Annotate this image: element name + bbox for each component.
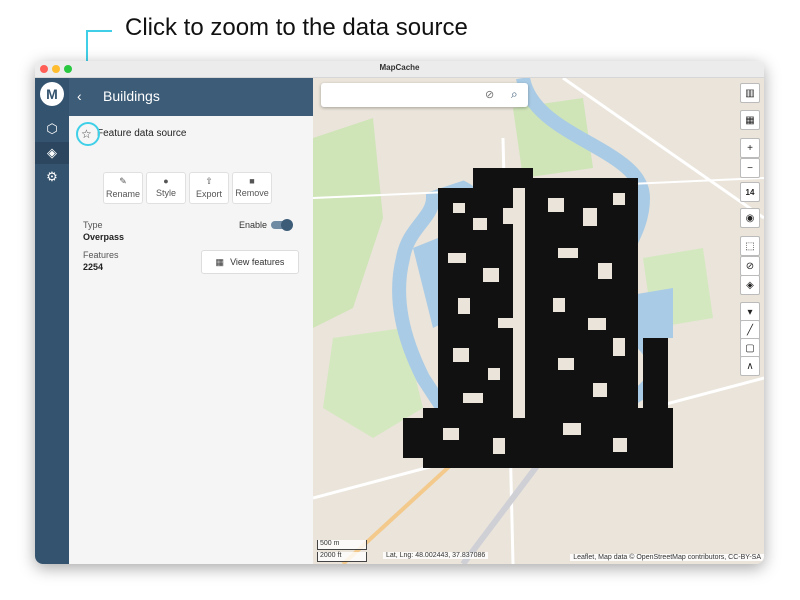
map-off-icon[interactable]: ⊘ bbox=[485, 88, 494, 101]
map-style-icon[interactable]: ▥ bbox=[740, 83, 760, 103]
nav-rail: M ⬡ ◈ ⚙ bbox=[35, 78, 69, 564]
trash-icon: ■ bbox=[249, 176, 255, 186]
scale-imperial: 2000 ft bbox=[317, 552, 367, 562]
remove-button[interactable]: ■ Remove bbox=[232, 172, 272, 204]
pencil-icon: ✎ bbox=[119, 176, 127, 186]
export-icon: ⇧ bbox=[205, 176, 213, 186]
title-bar: MapCache bbox=[35, 61, 764, 78]
draw-polygon-icon[interactable]: ∧ bbox=[740, 356, 760, 376]
table-icon: ▦ bbox=[215, 256, 225, 267]
window-title: MapCache bbox=[379, 63, 420, 72]
callout-highlight-ring bbox=[76, 122, 100, 146]
building-features bbox=[403, 168, 673, 468]
map-attribution[interactable]: Leaflet, Map data © OpenStreetMap contri… bbox=[570, 554, 764, 561]
camera-icon[interactable]: ◉ bbox=[740, 208, 760, 228]
grid-icon[interactable]: ▦ bbox=[740, 110, 760, 130]
panel-header: ‹ Buildings bbox=[69, 78, 313, 116]
side-panel: ‹ Buildings ☆ Feature data source ✎ Rena… bbox=[69, 78, 313, 564]
mapcache-logo-icon[interactable]: M bbox=[40, 82, 64, 106]
data-source-label: Feature data source bbox=[97, 128, 187, 139]
fit-bounds-icon[interactable]: ⬚ bbox=[740, 236, 760, 256]
panel-body: ☆ Feature data source ✎ Rename ● Style ⇧… bbox=[69, 116, 313, 564]
callout-line bbox=[86, 30, 112, 32]
palette-icon: ● bbox=[163, 176, 169, 186]
enable-label: Enable bbox=[239, 220, 268, 230]
panel-title: Buildings bbox=[103, 88, 160, 104]
type-value: Overpass bbox=[83, 232, 125, 242]
enable-toggle-knob[interactable] bbox=[281, 219, 293, 231]
app-window: MapCache M ⬡ ◈ ⚙ ‹ Buildings ☆ Feature d… bbox=[35, 61, 764, 564]
draw-line-icon[interactable]: ╱ bbox=[740, 320, 760, 340]
features-count: 2254 bbox=[83, 262, 104, 272]
search-icon[interactable]: ⌕ bbox=[511, 87, 518, 102]
layers-icon[interactable]: ◈ bbox=[35, 142, 69, 164]
zoom-in-button[interactable]: + bbox=[740, 138, 760, 158]
view-features-button[interactable]: ▦ View features bbox=[201, 250, 299, 274]
layers-icon[interactable]: ◈ bbox=[740, 275, 760, 295]
export-button[interactable]: ⇧ Export bbox=[189, 172, 229, 204]
zoom-out-button[interactable]: − bbox=[740, 158, 760, 178]
map-search-bar[interactable]: ⊘ ⌕ bbox=[321, 83, 528, 107]
settings-gear-icon[interactable]: ⚙ bbox=[40, 166, 64, 188]
callout-text: Click to zoom to the data source bbox=[125, 14, 468, 41]
zoom-level-indicator: 14 bbox=[740, 182, 760, 202]
features-label: Features bbox=[83, 250, 119, 260]
cube-icon[interactable]: ⬡ bbox=[40, 118, 64, 140]
map-view[interactable]: ⊘ ⌕ ▥ ▦ + − 14 ◉ ⬚ ⊘ ◈ ▾ ╱ ▢ ∧ 500 m 200… bbox=[313, 78, 764, 564]
type-label: Type bbox=[83, 220, 103, 230]
map-canvas[interactable] bbox=[313, 78, 764, 564]
style-button[interactable]: ● Style bbox=[146, 172, 186, 204]
back-arrow-icon[interactable]: ‹ bbox=[77, 88, 82, 104]
layers-off-icon[interactable]: ⊘ bbox=[740, 256, 760, 276]
scale-metric: 500 m bbox=[317, 540, 367, 550]
view-features-label: View features bbox=[230, 257, 285, 267]
rename-button[interactable]: ✎ Rename bbox=[103, 172, 143, 204]
marker-icon[interactable]: ▾ bbox=[740, 302, 760, 322]
remove-label: Remove bbox=[235, 188, 269, 198]
rename-label: Rename bbox=[105, 189, 141, 199]
latlng-readout: Lat, Lng: 48.002443, 37.837086 bbox=[383, 552, 489, 559]
draw-rectangle-icon[interactable]: ▢ bbox=[740, 338, 760, 358]
export-label: Export bbox=[195, 189, 222, 199]
style-label: Style bbox=[155, 188, 176, 198]
